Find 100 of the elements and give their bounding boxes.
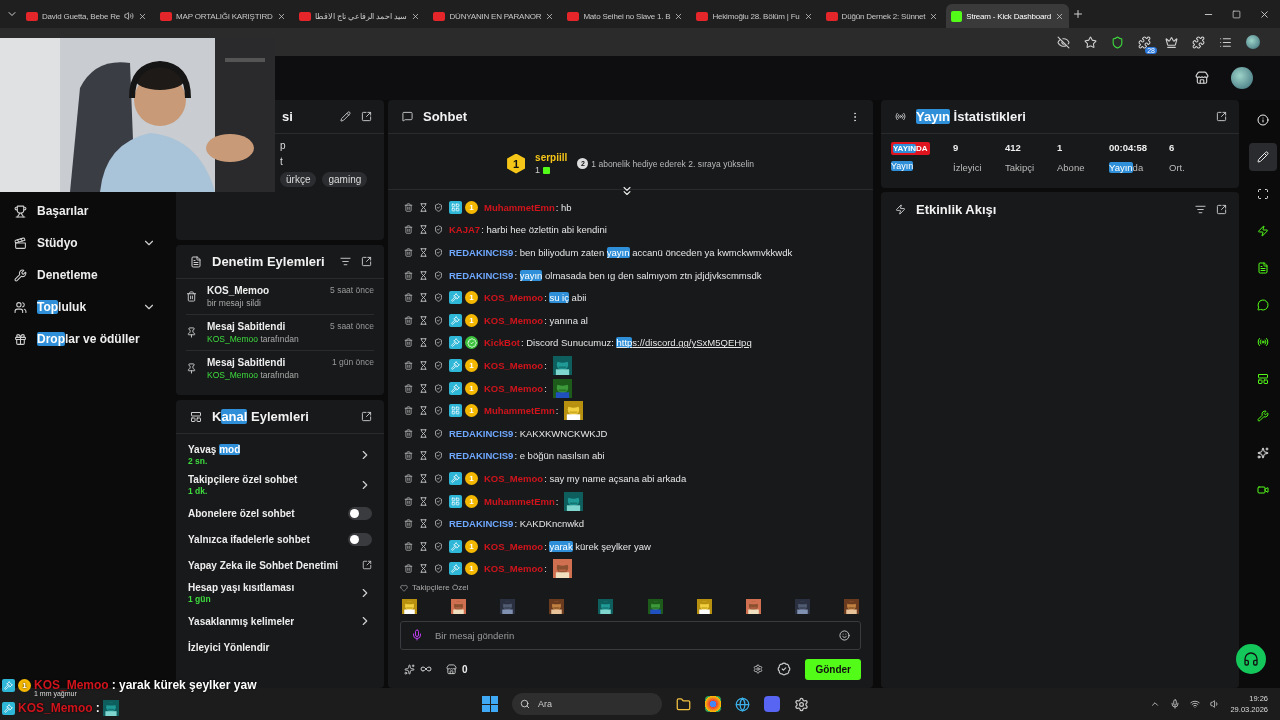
trash-icon[interactable] bbox=[404, 496, 413, 506]
expand-icon[interactable] bbox=[1216, 203, 1227, 215]
hourglass-icon[interactable] bbox=[419, 202, 428, 212]
close-icon[interactable] bbox=[929, 11, 939, 21]
browser-icon[interactable] bbox=[705, 696, 721, 712]
shield-icon[interactable] bbox=[434, 315, 443, 325]
gear-icon[interactable] bbox=[794, 696, 809, 712]
playlist-icon[interactable] bbox=[1219, 35, 1232, 49]
eye-off-icon[interactable] bbox=[1057, 35, 1070, 49]
start-icon[interactable] bbox=[482, 696, 498, 712]
close-icon[interactable] bbox=[276, 11, 286, 21]
globe-icon[interactable] bbox=[735, 696, 750, 712]
close-icon[interactable] bbox=[1259, 8, 1270, 20]
shield-icon[interactable] bbox=[434, 248, 443, 257]
hourglass-icon[interactable] bbox=[419, 293, 428, 303]
message-composer[interactable]: Bir mesaj gönderin bbox=[400, 620, 861, 650]
close-icon[interactable] bbox=[138, 11, 148, 21]
trash-icon[interactable] bbox=[404, 473, 413, 483]
trash-icon[interactable] bbox=[404, 315, 413, 325]
hourglass-icon[interactable] bbox=[419, 315, 428, 325]
username[interactable]: REDAKINCIS9 bbox=[449, 269, 514, 281]
trash-icon[interactable] bbox=[404, 519, 413, 529]
hourglass-icon[interactable] bbox=[419, 225, 428, 235]
shield-icon[interactable] bbox=[434, 383, 443, 393]
toggle-switch[interactable] bbox=[348, 532, 372, 546]
chat-app-icon[interactable] bbox=[764, 696, 780, 712]
trash-icon[interactable] bbox=[404, 406, 413, 416]
hourglass-icon[interactable] bbox=[419, 451, 428, 461]
shield-icon[interactable] bbox=[434, 473, 443, 483]
username[interactable]: REDAKINCIS9 bbox=[449, 247, 514, 258]
username[interactable]: REDAKINCIS9 bbox=[449, 450, 514, 462]
browser-tab[interactable]: DÜNYANIN EN PARANOR bbox=[428, 4, 560, 28]
emoji-icon[interactable] bbox=[839, 629, 850, 641]
search-box[interactable]: Ara bbox=[512, 693, 662, 715]
shield-icon[interactable] bbox=[434, 225, 443, 235]
close-icon[interactable] bbox=[545, 11, 555, 21]
close-icon[interactable] bbox=[1055, 11, 1065, 21]
expand-icon[interactable] bbox=[361, 411, 372, 422]
tag[interactable]: gaming bbox=[322, 172, 368, 187]
trash-icon[interactable] bbox=[404, 564, 413, 574]
trash-icon[interactable] bbox=[404, 360, 413, 370]
chevron-up-icon[interactable] bbox=[1150, 699, 1161, 709]
browser-tab[interactable]: Mato Seihei no Slave 1. B bbox=[562, 4, 689, 28]
tag[interactable]: ürkçe bbox=[280, 172, 317, 187]
store-icon[interactable] bbox=[1195, 71, 1209, 85]
user-avatar[interactable] bbox=[1231, 67, 1253, 89]
hourglass-icon[interactable] bbox=[419, 383, 428, 393]
badge-icon[interactable] bbox=[777, 662, 792, 676]
trash-icon[interactable] bbox=[404, 225, 413, 235]
volume-icon[interactable] bbox=[1210, 699, 1221, 709]
hourglass-icon[interactable] bbox=[419, 360, 428, 370]
speaker-icon[interactable] bbox=[124, 11, 135, 21]
microphone-icon[interactable] bbox=[411, 629, 423, 642]
hourglass-icon[interactable] bbox=[419, 496, 428, 506]
shield-icon[interactable] bbox=[434, 428, 443, 438]
hourglass-icon[interactable] bbox=[419, 428, 428, 438]
close-icon[interactable] bbox=[411, 11, 421, 21]
shield-icon[interactable] bbox=[434, 202, 443, 212]
store-icon[interactable] bbox=[446, 663, 457, 675]
headset-icon[interactable] bbox=[1236, 644, 1266, 674]
hourglass-icon[interactable] bbox=[419, 338, 428, 348]
trash-icon[interactable] bbox=[404, 293, 413, 303]
browser-tab[interactable]: Hekimoğlu 28. Bölüm | Fu bbox=[691, 4, 818, 28]
trash-icon[interactable] bbox=[404, 338, 413, 348]
puzzle-icon[interactable] bbox=[1192, 35, 1205, 49]
shield-icon[interactable] bbox=[434, 564, 443, 574]
shield-icon[interactable] bbox=[1111, 35, 1124, 49]
username[interactable]: REDAKINCIS9 bbox=[449, 518, 514, 530]
pencil-icon[interactable] bbox=[1249, 143, 1277, 171]
search-field[interactable]: Ara bbox=[536, 698, 654, 710]
shield-icon[interactable] bbox=[434, 541, 443, 551]
close-icon[interactable] bbox=[674, 11, 684, 21]
filter-icon[interactable] bbox=[1195, 203, 1206, 215]
shield-icon[interactable] bbox=[434, 338, 443, 348]
trash-icon[interactable] bbox=[404, 202, 413, 212]
hourglass-icon[interactable] bbox=[419, 270, 428, 280]
extension-icon[interactable] bbox=[1138, 35, 1151, 49]
network-icon[interactable] bbox=[1190, 699, 1201, 709]
shield-icon[interactable] bbox=[434, 519, 443, 529]
trash-icon[interactable] bbox=[404, 541, 413, 551]
external-link-icon[interactable] bbox=[362, 560, 372, 570]
browser-tab[interactable]: سيد احمد الرفاعي تاج الاقطا bbox=[293, 4, 426, 28]
send-button[interactable]: Gönder bbox=[805, 658, 861, 680]
expand-icon[interactable] bbox=[361, 256, 372, 267]
toggle-switch[interactable] bbox=[348, 506, 372, 520]
hourglass-icon[interactable] bbox=[419, 473, 428, 483]
shield-icon[interactable] bbox=[434, 406, 443, 416]
message-input[interactable]: Bir mesaj gönderin bbox=[433, 628, 829, 642]
shield-icon[interactable] bbox=[434, 293, 443, 303]
trash-icon[interactable] bbox=[404, 428, 413, 438]
pencil-icon[interactable] bbox=[340, 111, 351, 122]
browser-tab[interactable]: MAP ORTALIĞI KARIŞTIRD bbox=[155, 4, 291, 28]
shield-icon[interactable] bbox=[434, 270, 443, 280]
nav-item[interactable]: Denetleme bbox=[14, 264, 172, 286]
username[interactable]: REDAKINCIS9 bbox=[449, 427, 514, 439]
trash-icon[interactable] bbox=[404, 270, 413, 280]
nav-item[interactable]: Başarılar bbox=[14, 200, 172, 222]
trash-icon[interactable] bbox=[404, 451, 413, 461]
hourglass-icon[interactable] bbox=[419, 406, 428, 416]
browser-tab[interactable]: David Guetta, Bebe Re bbox=[21, 4, 153, 28]
